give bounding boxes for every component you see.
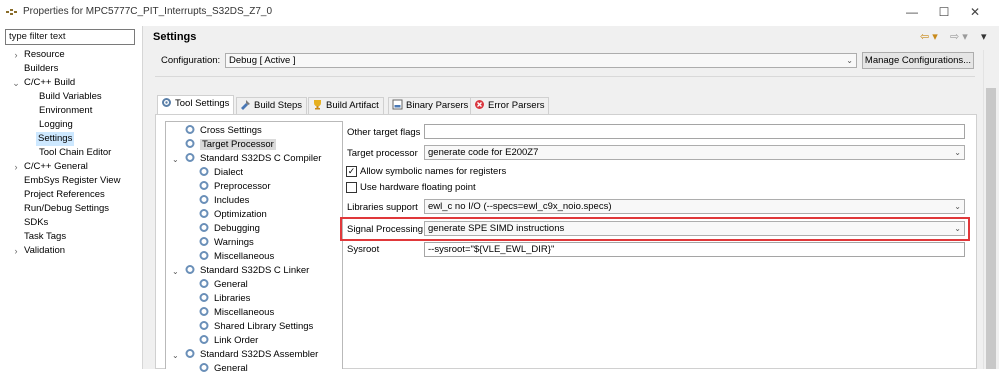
tree-item-cross-settings[interactable]: Cross Settings <box>184 124 262 138</box>
tree-item-c-linker[interactable]: Standard S32DS C Linker <box>184 264 309 278</box>
gear-icon <box>184 264 196 275</box>
gear-icon <box>198 236 210 247</box>
gear-icon <box>198 222 210 233</box>
tab-build-steps[interactable]: Build Steps <box>236 97 308 114</box>
gear-icon <box>184 124 196 135</box>
tab-error-parsers[interactable]: Error Parsers <box>470 97 550 114</box>
highlight-box <box>340 217 970 241</box>
expand-icon[interactable]: › <box>11 48 21 62</box>
tree-item-miscellaneous[interactable]: Miscellaneous <box>198 306 274 320</box>
expand-icon[interactable]: › <box>11 160 21 174</box>
gear-icon <box>184 152 196 163</box>
close-button[interactable]: ✕ <box>963 3 987 21</box>
tree-item-optimization[interactable]: Optimization <box>198 208 267 222</box>
configuration-select[interactable]: Debug [ Active ] ⌄ <box>225 53 857 68</box>
settings-header <box>143 26 999 50</box>
gear-icon <box>198 334 210 345</box>
tree-item-assembler[interactable]: Standard S32DS Assembler <box>184 348 318 362</box>
gear-icon <box>198 306 210 317</box>
tree-item-preprocessor[interactable]: Preprocessor <box>198 180 271 194</box>
tree-item-debugging[interactable]: Debugging <box>198 222 260 236</box>
gear-icon <box>198 320 210 331</box>
build-artifact-icon <box>312 99 323 110</box>
manage-configurations-button[interactable]: Manage Configurations... <box>862 52 974 69</box>
build-steps-icon <box>240 99 251 110</box>
other-target-flags-label: Other target flags <box>347 127 421 138</box>
tab-tool-settings[interactable]: Tool Settings <box>157 95 235 115</box>
allow-symbolic-checkbox[interactable]: ✓ <box>346 166 357 177</box>
minimize-button[interactable]: — <box>900 3 924 21</box>
sysroot-label: Sysroot <box>347 244 380 255</box>
libraries-support-label: Libraries support <box>347 202 418 213</box>
gear-icon <box>198 292 210 303</box>
tree-item-miscellaneous[interactable]: Miscellaneous <box>198 250 274 264</box>
tab-binary-parsers[interactable]: Binary Parsers <box>388 97 474 114</box>
tree-item-general[interactable]: General <box>198 362 248 376</box>
chevron-down-icon: ⌄ <box>954 148 961 157</box>
error-parsers-icon <box>474 99 485 110</box>
sysroot-input[interactable]: --sysroot="${VLE_EWL_DIR}" <box>424 242 965 257</box>
chevron-down-icon: ⌄ <box>954 202 961 211</box>
tree-item-target-processor[interactable]: Target Processor <box>184 138 276 152</box>
maximize-button[interactable]: ☐ <box>932 3 956 21</box>
chevron-down-icon: ⌄ <box>846 56 853 65</box>
libraries-support-select[interactable]: ewl_c no I/O (--specs=ewl_c9x_noio.specs… <box>424 199 965 214</box>
gear-icon <box>198 166 210 177</box>
tree-item-libraries[interactable]: Libraries <box>198 292 250 306</box>
tree-item-general[interactable]: General <box>198 278 248 292</box>
tree-item-includes[interactable]: Includes <box>198 194 249 208</box>
tree-item-warnings[interactable]: Warnings <box>198 236 254 250</box>
tree-item-shared-library-settings[interactable]: Shared Library Settings <box>198 320 313 334</box>
app-icon <box>6 8 18 16</box>
gear-icon <box>198 194 210 205</box>
separator <box>155 76 975 77</box>
page-title: Settings <box>153 31 197 43</box>
hw-float-label: Use hardware floating point <box>360 182 476 193</box>
target-processor-select[interactable]: generate code for E200Z7 ⌄ <box>424 145 965 160</box>
collapse-icon[interactable]: ⌄ <box>11 76 21 90</box>
collapse-icon[interactable]: ⌄ <box>172 351 179 360</box>
gear-icon <box>198 362 210 373</box>
expand-icon[interactable]: › <box>11 244 21 258</box>
tree-item-link-order[interactable]: Link Order <box>198 334 258 348</box>
tree-item-dialect[interactable]: Dialect <box>198 166 243 180</box>
hw-float-checkbox[interactable] <box>346 182 357 193</box>
target-processor-label: Target processor <box>347 148 418 159</box>
view-menu-icon[interactable]: ▾ <box>981 30 987 43</box>
allow-symbolic-label: Allow symbolic names for registers <box>360 166 507 177</box>
configuration-label: Configuration: <box>161 55 221 66</box>
gear-icon <box>184 138 196 149</box>
collapse-icon[interactable]: ⌄ <box>172 267 179 276</box>
gear-icon <box>198 278 210 289</box>
gear-icon <box>198 208 210 219</box>
back-arrow-icon[interactable]: ⇦ ▾ <box>920 30 938 43</box>
scrollbar-thumb[interactable] <box>986 88 996 369</box>
window-title: Properties for MPC5777C_PIT_Interrupts_S… <box>23 6 273 17</box>
gear-icon <box>198 180 210 191</box>
tab-build-artifact[interactable]: Build Artifact <box>308 97 384 114</box>
gear-icon <box>184 348 196 359</box>
collapse-icon[interactable]: ⌄ <box>172 155 179 164</box>
other-target-flags-input[interactable] <box>424 124 965 139</box>
binary-parsers-icon <box>392 99 403 110</box>
filter-input[interactable]: type filter text <box>5 29 135 45</box>
gear-icon <box>198 250 210 261</box>
tool-settings-icon <box>161 97 172 108</box>
forward-arrow-icon[interactable]: ⇨ ▾ <box>950 30 968 43</box>
tree-item-c-compiler[interactable]: Standard S32DS C Compiler <box>184 152 321 166</box>
